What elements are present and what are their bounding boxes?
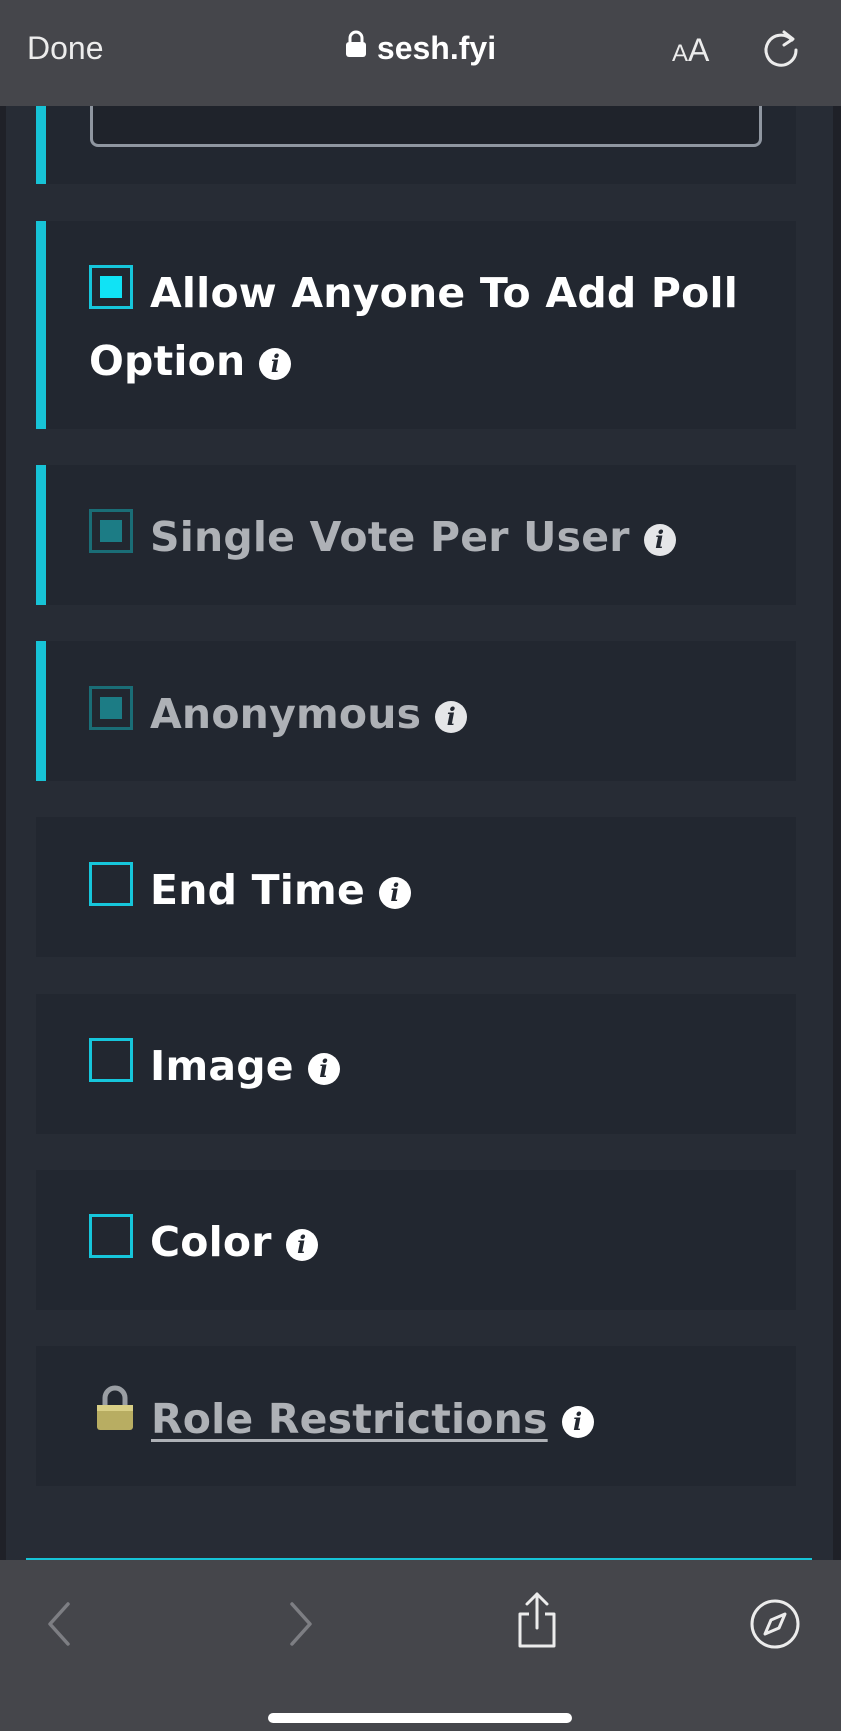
info-icon[interactable]: i: [259, 348, 292, 380]
back-icon[interactable]: [44, 1600, 74, 1652]
allow-add-label-line2: Option i: [89, 327, 292, 395]
home-indicator[interactable]: [268, 1713, 572, 1723]
info-icon[interactable]: i: [285, 1229, 318, 1261]
anonymous-label-text: Anonymous: [150, 690, 422, 738]
allow-add-label-line1: Allow Anyone To Add Poll: [150, 269, 739, 317]
lock-icon: [345, 29, 367, 66]
page-gutter-right: [833, 106, 841, 1560]
end-time-label: End Time i: [150, 856, 411, 924]
compass-icon[interactable]: [749, 1598, 801, 1654]
previous-text-input[interactable]: [90, 106, 762, 147]
text-size-small-glyph: A: [672, 40, 689, 67]
text-size-large-glyph: A: [688, 32, 710, 68]
url-text: sesh.fyi: [376, 30, 497, 66]
reload-icon[interactable]: [762, 28, 802, 76]
info-icon[interactable]: i: [435, 701, 468, 733]
allow-add-label-text: Option: [89, 337, 246, 385]
browser-bottom-bar: [0, 1560, 841, 1731]
text-size-button[interactable]: AA: [672, 32, 709, 69]
color-checkbox[interactable]: [89, 1214, 133, 1258]
anonymous-checkbox[interactable]: [89, 686, 133, 730]
single-vote-checkbox[interactable]: [89, 509, 133, 553]
address-bar[interactable]: sesh.fyi: [0, 30, 841, 67]
padlock-icon: [95, 1383, 135, 1451]
info-icon[interactable]: i: [378, 877, 411, 909]
info-icon[interactable]: i: [643, 524, 676, 556]
role-restrictions-row: Role Restrictions i: [95, 1385, 594, 1453]
single-vote-label: Single Vote Per User i: [150, 503, 676, 571]
share-icon[interactable]: [514, 1590, 560, 1654]
info-icon[interactable]: i: [561, 1406, 594, 1438]
image-checkbox[interactable]: [89, 1038, 133, 1082]
color-label-text: Color: [150, 1218, 272, 1266]
end-time-label-text: End Time: [150, 866, 365, 914]
info-icon[interactable]: i: [307, 1053, 340, 1085]
allow-add-checkbox[interactable]: [89, 265, 133, 309]
image-label-text: Image: [150, 1042, 294, 1090]
forward-icon[interactable]: [286, 1600, 316, 1652]
single-vote-label-text: Single Vote Per User: [150, 513, 630, 561]
color-label: Color i: [150, 1208, 318, 1276]
image-label: Image i: [150, 1032, 340, 1100]
browser-top-bar: Done sesh.fyi AA: [0, 0, 841, 106]
end-time-checkbox[interactable]: [89, 862, 133, 906]
anonymous-label: Anonymous i: [150, 680, 468, 748]
role-restrictions-link[interactable]: Role Restrictions: [151, 1395, 548, 1443]
